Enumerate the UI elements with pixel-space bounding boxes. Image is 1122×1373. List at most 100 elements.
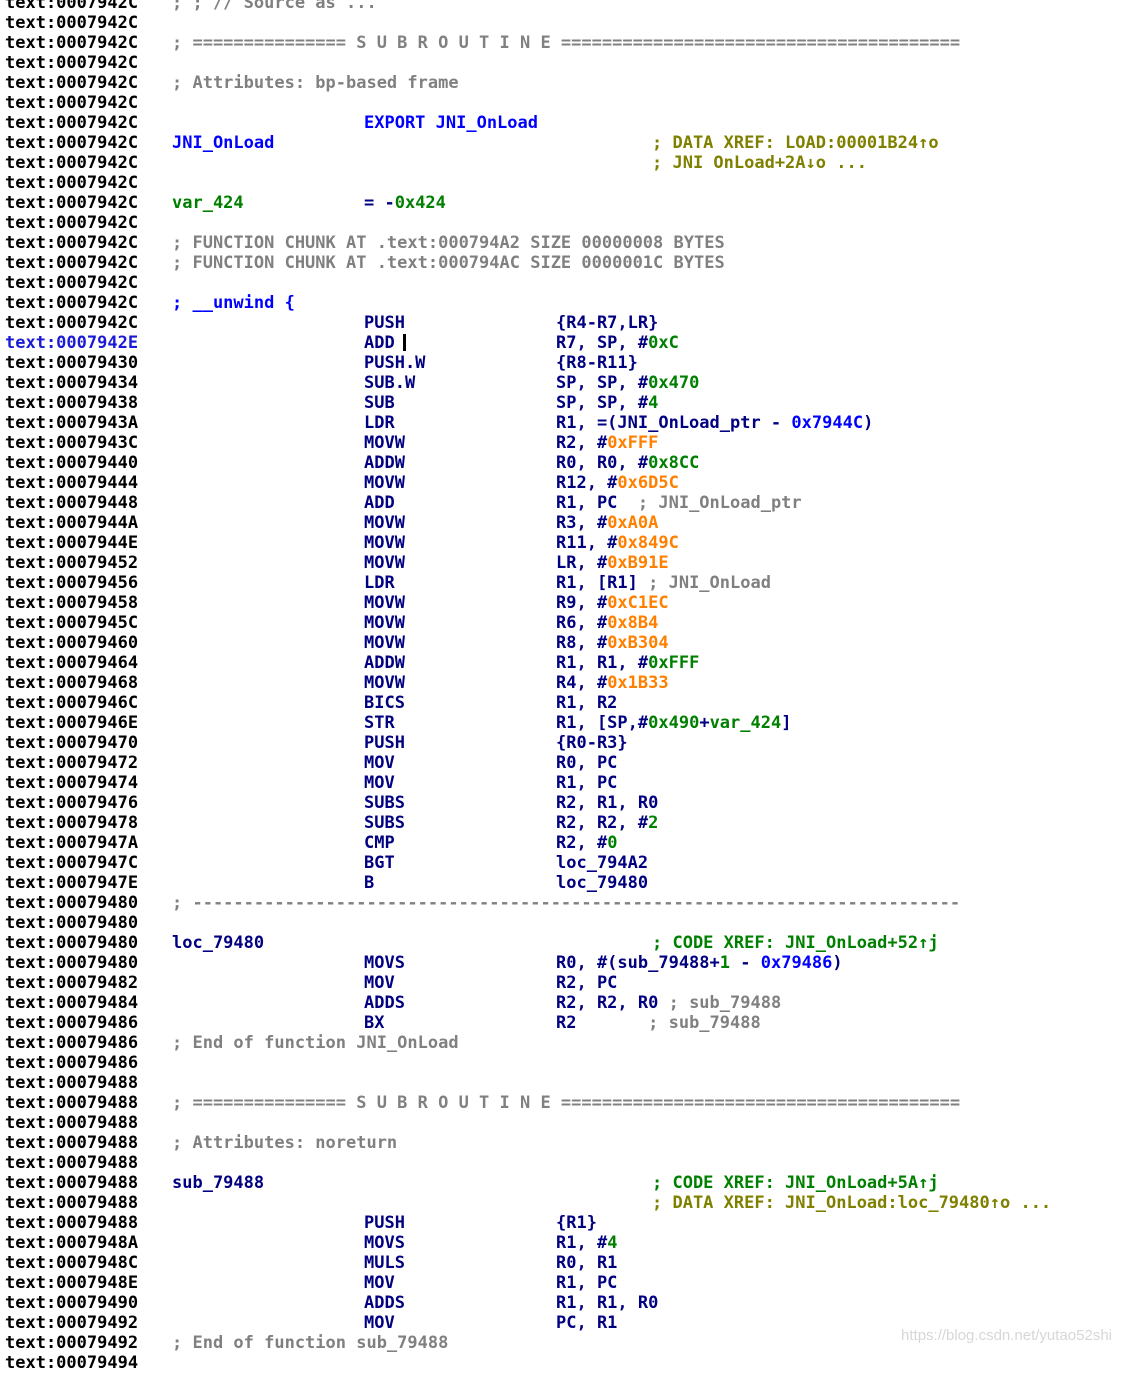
listing-line[interactable]: text:00079434 SUB.W SP, SP, #0x470 (5, 373, 1122, 393)
line-address[interactable]: text:0007942C (5, 73, 138, 93)
line-mnemonic[interactable]: MOVW (364, 613, 405, 633)
listing-line[interactable]: text:0007943C MOVW R2, #0xFFF (5, 433, 1122, 453)
listing-line[interactable]: text:00079488 ; =============== S U B R O… (5, 1093, 1122, 1113)
line-mnemonic[interactable]: MOVS (364, 953, 405, 973)
line-operands[interactable]: R2 ; sub_79488 (556, 1013, 761, 1033)
listing-line[interactable]: text:00079490 ADDS R1, R1, R0 (5, 1293, 1122, 1313)
line-mnemonic[interactable]: MOVW (364, 553, 405, 573)
line-address[interactable]: text:00079440 (5, 453, 138, 473)
line-address[interactable]: text:0007942C (5, 293, 138, 313)
line-label-or-comment[interactable]: ; Attributes: bp-based frame (172, 73, 459, 93)
line-address[interactable]: text:00079488 (5, 1113, 138, 1133)
line-address[interactable]: text:0007943A (5, 413, 138, 433)
listing-line[interactable]: text:0007945C MOVW R6, #0x8B4 (5, 613, 1122, 633)
line-operands[interactable]: SP, SP, #0x470 (556, 373, 699, 393)
listing-line[interactable]: text:0007942C ; __unwind { (5, 293, 1122, 313)
listing-line[interactable]: text:0007942C ; FUNCTION CHUNK AT .text:0… (5, 233, 1122, 253)
line-address[interactable]: text:0007948E (5, 1273, 138, 1293)
line-xref-comment[interactable]: ; CODE XREF: JNI_OnLoad+5A↑j (652, 1173, 939, 1193)
line-operands[interactable]: R1, PC ; JNI_OnLoad_ptr (556, 493, 802, 513)
line-operands[interactable]: R6, #0x8B4 (556, 613, 658, 633)
listing-line[interactable]: text:0007948A MOVS R1, #4 (5, 1233, 1122, 1253)
line-operands[interactable]: {R1} (556, 1213, 597, 1233)
line-operands[interactable]: PC, R1 (556, 1313, 617, 1333)
line-mnemonic[interactable]: SUBS (364, 813, 405, 833)
line-address[interactable]: text:00079452 (5, 553, 138, 573)
listing-line[interactable]: text:00079494 (5, 1353, 1122, 1373)
line-operands[interactable]: SP, SP, #4 (556, 393, 658, 413)
line-operands[interactable]: R1, #4 (556, 1233, 617, 1253)
line-mnemonic[interactable]: MOV (364, 753, 395, 773)
listing-line[interactable]: text:00079480 MOVS R0, #(sub_79488+1 - 0x7… (5, 953, 1122, 973)
line-address[interactable]: text:00079474 (5, 773, 138, 793)
listing-line[interactable]: text:00079478 SUBS R2, R2, #2 (5, 813, 1122, 833)
line-operands[interactable]: R1, [SP,#0x490+var_424] (556, 713, 791, 733)
listing-line[interactable]: text:00079476 SUBS R2, R1, R0 (5, 793, 1122, 813)
line-mnemonic[interactable]: ADDS (364, 993, 405, 1013)
line-mnemonic[interactable]: MOV (364, 773, 395, 793)
line-address[interactable]: text:0007942C (5, 13, 138, 33)
line-mnemonic[interactable]: MOVW (364, 593, 405, 613)
line-address[interactable]: text:0007942C (5, 93, 138, 113)
line-address[interactable]: text:00079488 (5, 1153, 138, 1173)
line-operands[interactable]: R1, [R1] ; JNI_OnLoad (556, 573, 771, 593)
line-address[interactable]: text:0007947E (5, 873, 138, 893)
line-address[interactable]: text:00079486 (5, 1013, 138, 1033)
line-mnemonic[interactable]: MOVW (364, 633, 405, 653)
line-operands[interactable]: R2, PC (556, 973, 617, 993)
line-operands[interactable]: R1, R2 (556, 693, 617, 713)
line-address[interactable]: text:0007942C (5, 173, 138, 193)
line-address[interactable]: text:0007942E (5, 333, 138, 353)
line-mnemonic[interactable]: SUBS (364, 793, 405, 813)
line-operands[interactable]: R0, #(sub_79488+1 - 0x79486) (556, 953, 843, 973)
line-address[interactable]: text:00079480 (5, 893, 138, 913)
listing-line[interactable]: text:00079488 PUSH {R1} (5, 1213, 1122, 1233)
line-label-or-comment[interactable]: ; =============== S U B R O U T I N E ==… (172, 1093, 960, 1113)
listing-line[interactable]: text:00079430 PUSH.W {R8-R11} (5, 353, 1122, 373)
line-mnemonic[interactable]: SUB.W (364, 373, 415, 393)
line-mnemonic[interactable]: LDR (364, 413, 395, 433)
line-operands[interactable]: R2, R1, R0 (556, 793, 658, 813)
listing-line[interactable]: text:0007942C (5, 13, 1122, 33)
line-address[interactable]: text:0007942C (5, 213, 138, 233)
line-mnemonic[interactable]: MULS (364, 1253, 405, 1273)
listing-line[interactable]: text:0007947C BGT loc_794A2 (5, 853, 1122, 873)
listing-line[interactable]: text:0007942C (5, 173, 1122, 193)
listing-line[interactable]: text:00079488 (5, 1113, 1122, 1133)
line-mnemonic[interactable]: ADDS (364, 1293, 405, 1313)
listing-line[interactable]: text:00079486 (5, 1053, 1122, 1073)
line-xref-comment[interactable]: ; JNI OnLoad+2A↓o ... (652, 153, 867, 173)
listing-line[interactable]: text:0007942C ; JNI OnLoad+2A↓o ... (5, 153, 1122, 173)
listing-line[interactable]: text:00079468 MOVW R4, #0x1B33 (5, 673, 1122, 693)
line-mnemonic[interactable]: PUSH (364, 313, 405, 333)
line-operands[interactable]: R9, #0xC1EC (556, 593, 669, 613)
line-label-or-comment[interactable]: ; End of function sub_79488 (172, 1333, 448, 1353)
listing-line[interactable]: text:00079486 ; End of function JNI_OnLoa… (5, 1033, 1122, 1053)
line-operands[interactable]: loc_794A2 (556, 853, 648, 873)
line-label-or-comment[interactable]: ; --------------------------------------… (172, 893, 960, 913)
line-address[interactable]: text:0007942C (5, 33, 138, 53)
line-mnemonic[interactable]: PUSH.W (364, 353, 425, 373)
line-address[interactable]: text:0007943C (5, 433, 138, 453)
listing-line[interactable]: text:0007946E STR R1, [SP,#0x490+var_424] (5, 713, 1122, 733)
line-operands[interactable]: R2, R2, #2 (556, 813, 658, 833)
listing-line[interactable]: text:0007942C ; =============== S U B R O… (5, 33, 1122, 53)
listing-line[interactable]: text:00079452 MOVW LR, #0xB91E (5, 553, 1122, 573)
line-address[interactable]: text:00079484 (5, 993, 138, 1013)
listing-line[interactable]: text:0007942C EXPORT JNI_OnLoad (5, 113, 1122, 133)
line-address[interactable]: text:00079486 (5, 1053, 138, 1073)
line-mnemonic[interactable]: MOVW (364, 473, 405, 493)
line-address[interactable]: text:00079456 (5, 573, 138, 593)
line-address[interactable]: text:00079488 (5, 1133, 138, 1153)
line-address[interactable]: text:00079430 (5, 353, 138, 373)
line-mnemonic[interactable]: STR (364, 713, 395, 733)
disassembly-listing[interactable]: text:0007942C; ; // Source as ... text:00… (5, 0, 1122, 1373)
listing-line[interactable]: text:00079488 (5, 1073, 1122, 1093)
line-operands[interactable]: R2, #0xFFF (556, 433, 658, 453)
line-operands[interactable]: R12, #0x6D5C (556, 473, 679, 493)
line-address[interactable]: text:00079458 (5, 593, 138, 613)
listing-line[interactable]: text:00079464 ADDW R1, R1, #0xFFF (5, 653, 1122, 673)
line-label-or-comment[interactable]: JNI_OnLoad (172, 133, 274, 153)
listing-line[interactable]: text:00079456 LDR R1, [R1] ; JNI_OnLoad (5, 573, 1122, 593)
line-operands[interactable]: R1, R1, R0 (556, 1293, 658, 1313)
